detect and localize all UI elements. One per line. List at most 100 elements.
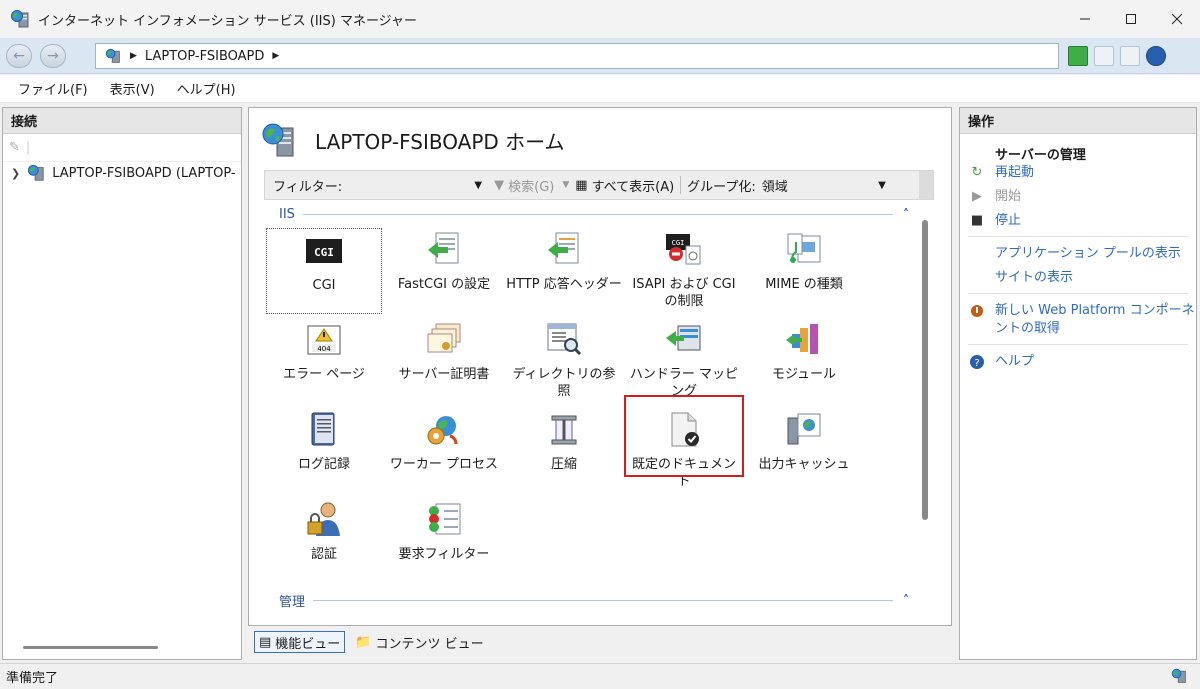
toolbar-overflow[interactable] xyxy=(919,171,933,199)
maximize-button[interactable] xyxy=(1108,0,1154,38)
help-icon[interactable] xyxy=(1146,46,1166,66)
search-dropdown-icon[interactable]: ▼ xyxy=(562,180,569,190)
close-button[interactable] xyxy=(1154,0,1200,38)
section-manage[interactable]: 管理 ˄ xyxy=(279,591,909,610)
error-page-icon: 404 xyxy=(304,320,344,360)
feature-logging[interactable]: ログ記録 xyxy=(266,408,382,494)
feature-modules[interactable]: モジュール xyxy=(746,318,862,404)
feature-mime[interactable]: MIME の種類 xyxy=(746,228,862,314)
feature-label: サーバー証明書 xyxy=(398,367,490,382)
dropdown-arrow-icon[interactable]: ▼ xyxy=(474,180,482,191)
feature-label: 出力キャッシュ xyxy=(758,457,850,472)
feature-cgi[interactable]: CGI CGI xyxy=(266,228,382,314)
stop-icon[interactable] xyxy=(1094,46,1114,66)
action-label: 開始 xyxy=(995,189,1022,204)
feature-fastcgi[interactable]: FastCGI の設定 xyxy=(386,228,502,314)
breadcrumb-separator-icon[interactable]: ▶ xyxy=(272,51,279,61)
feature-request-filter[interactable]: 要求フィルター xyxy=(386,498,502,584)
filter-toolbar: フィルター: ▼ ▼ 検索(G) ▼ ▦ すべて表示(A) グループ化: 領域 … xyxy=(264,170,934,200)
back-button[interactable]: ← xyxy=(6,44,32,68)
feature-certificate[interactable]: サーバー証明書 xyxy=(386,318,502,404)
highlight-box xyxy=(624,395,744,477)
status-text: 準備完了 xyxy=(6,671,59,686)
action-label: ヘルプ xyxy=(995,354,1035,369)
certificate-icon xyxy=(424,320,464,360)
server-globe-icon xyxy=(28,164,44,181)
dropdown-arrow-icon[interactable]: ▼ xyxy=(878,180,886,191)
home-panel: LAPTOP-FSIBOAPD ホーム フィルター: ▼ ▼ 検索(G) ▼ ▦… xyxy=(248,107,952,626)
mime-icon xyxy=(784,230,824,270)
action-restart[interactable]: ↻ 再起動 xyxy=(960,164,1196,182)
isapi-icon: CGI xyxy=(664,230,704,270)
group-by-select[interactable]: 領域 ▼ xyxy=(756,174,892,196)
section-iis[interactable]: IIS ˄ xyxy=(279,205,909,223)
filter-input[interactable]: ▼ xyxy=(344,175,484,195)
feature-label: エラー ページ xyxy=(283,367,365,382)
section-label: 管理 xyxy=(279,594,306,610)
window-title: インターネット インフォメーション サービス (IIS) マネージャー xyxy=(38,13,418,29)
vertical-scrollbar[interactable] xyxy=(922,220,928,520)
feature-handler-mapping[interactable]: ハンドラー マッピング xyxy=(626,318,742,404)
action-label: 新しい Web Platform コンポーネントの取得 xyxy=(995,303,1195,336)
funnel-icon: ▼ xyxy=(494,177,505,193)
tree-item-server[interactable]: ❯ LAPTOP-FSIBOAPD (LAPTOP- xyxy=(3,162,241,184)
authentication-icon xyxy=(304,500,344,540)
navigation-bar: ← → ▶ LAPTOP-FSIBOAPD ▶ xyxy=(0,38,1200,74)
feature-label: MIME の種類 xyxy=(765,277,843,292)
cgi-icon: CGI xyxy=(304,231,344,271)
tab-content-view[interactable]: 📁 コンテンツ ビュー xyxy=(351,631,487,653)
home-icon[interactable] xyxy=(1120,46,1140,66)
connect-icon[interactable]: ✎ xyxy=(9,140,20,155)
web-platform-icon xyxy=(968,302,986,320)
action-label: 停止 xyxy=(995,213,1022,228)
restart-icon: ↻ xyxy=(971,165,983,180)
search-label: 検索(G) xyxy=(508,179,555,195)
toolbar-divider: | xyxy=(25,140,31,155)
feature-worker-process[interactable]: ワーカー プロセス xyxy=(386,408,502,494)
svg-text:?: ? xyxy=(974,358,979,369)
handler-mapping-icon xyxy=(664,320,704,360)
collapse-chevron-icon[interactable]: ˄ xyxy=(903,207,909,221)
breadcrumb-server[interactable]: LAPTOP-FSIBOAPD xyxy=(145,49,264,64)
tree-item-label: LAPTOP-FSIBOAPD (LAPTOP- xyxy=(52,165,236,181)
feature-compression[interactable]: 圧縮 xyxy=(506,408,622,494)
expand-chevron-icon[interactable]: ❯ xyxy=(11,167,20,180)
action-label: アプリケーション プールの表示 xyxy=(995,246,1181,261)
forward-button[interactable]: → xyxy=(40,44,66,68)
feature-directory-browse[interactable]: ディレクトリの参照 xyxy=(506,318,622,404)
action-help[interactable]: ? ヘルプ xyxy=(960,353,1196,371)
feature-output-cache[interactable]: 出力キャッシュ xyxy=(746,408,862,494)
request-filter-icon xyxy=(424,500,464,540)
features-view-icon: ▤ xyxy=(259,634,272,650)
menu-file[interactable]: ファイル(F) xyxy=(18,79,88,98)
tab-label: 機能ビュー xyxy=(275,636,341,652)
feature-error-page[interactable]: 404 エラー ページ xyxy=(266,318,382,404)
menu-view[interactable]: 表示(V) xyxy=(110,79,155,98)
forward-arrow-icon: → xyxy=(47,48,59,64)
tab-features-view[interactable]: ▤ 機能ビュー xyxy=(254,631,346,653)
feature-label: 圧縮 xyxy=(550,457,577,472)
svg-text:CGI: CGI xyxy=(672,239,685,247)
feature-authentication[interactable]: 認証 xyxy=(266,498,382,584)
worker-process-icon xyxy=(424,410,464,450)
refresh-icon[interactable] xyxy=(1068,46,1088,66)
feature-http-headers[interactable]: HTTP 応答ヘッダー xyxy=(506,228,622,314)
action-stop[interactable]: ■ 停止 xyxy=(960,212,1196,230)
action-start[interactable]: ▶ 開始 xyxy=(960,188,1196,206)
menu-help[interactable]: ヘルプ(H) xyxy=(177,79,236,98)
minimize-button[interactable] xyxy=(1062,0,1108,38)
horizontal-scrollbar[interactable] xyxy=(23,646,158,649)
actions-header: 操作 xyxy=(960,108,1196,134)
toolbar-divider xyxy=(680,176,682,194)
page-title: LAPTOP-FSIBOAPD ホーム xyxy=(315,129,565,154)
address-bar[interactable]: ▶ LAPTOP-FSIBOAPD ▶ xyxy=(95,43,1059,69)
action-view-sites[interactable]: サイトの表示 xyxy=(960,269,1196,287)
action-view-app-pools[interactable]: アプリケーション プールの表示 xyxy=(960,245,1196,263)
server-globe-icon xyxy=(1171,668,1186,683)
search-button[interactable]: ▼ 検索(G) xyxy=(494,176,554,195)
feature-isapi[interactable]: CGI ISAPI および CGI の制限 xyxy=(626,228,742,314)
collapse-chevron-icon[interactable]: ˄ xyxy=(903,593,909,607)
action-web-platform[interactable]: 新しい Web Platform コンポーネントの取得 xyxy=(960,302,1196,338)
svg-text:404: 404 xyxy=(317,345,331,353)
show-all-button[interactable]: すべて表示(A) xyxy=(592,176,675,195)
